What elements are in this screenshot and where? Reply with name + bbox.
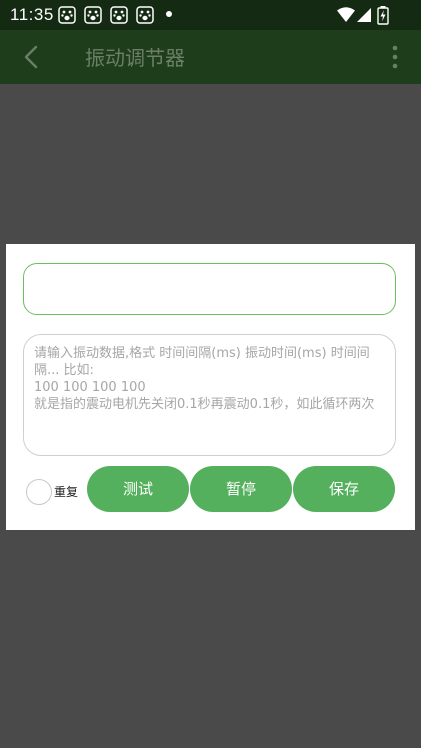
paw-icon xyxy=(58,6,76,24)
paw-icon xyxy=(84,6,102,24)
battery-charging-icon xyxy=(377,6,389,25)
status-time: 11:35 xyxy=(10,5,54,24)
vibration-data-input[interactable]: 请输入振动数据,格式 时间间隔(ms) 振动时间(ms) 时间间隔... 比如:… xyxy=(23,334,396,456)
paw-icon xyxy=(136,6,154,24)
notification-dot-icon xyxy=(166,11,172,17)
name-input[interactable] xyxy=(23,263,396,315)
wifi-icon xyxy=(337,7,355,22)
app-title: 振动调节器 xyxy=(85,46,185,70)
pause-button[interactable]: 暂停 xyxy=(190,466,292,512)
vibration-dialog: 请输入振动数据,格式 时间间隔(ms) 振动时间(ms) 时间间隔... 比如:… xyxy=(6,244,415,530)
back-arrow-icon[interactable] xyxy=(20,44,44,70)
more-vert-icon[interactable] xyxy=(388,44,402,70)
repeat-label: 重复 xyxy=(54,485,79,499)
paw-icon xyxy=(110,6,128,24)
signal-icon xyxy=(357,8,371,22)
app-bar: 振动调节器 xyxy=(0,30,421,84)
screen: 11:35 振动调节器 请输入振动数据,格式 时间间隔(ms) 振动时间(ms)… xyxy=(0,0,421,748)
save-button[interactable]: 保存 xyxy=(293,466,395,512)
repeat-checkbox[interactable] xyxy=(26,479,52,505)
test-button[interactable]: 测试 xyxy=(87,466,189,512)
status-bar: 11:35 xyxy=(0,0,421,30)
